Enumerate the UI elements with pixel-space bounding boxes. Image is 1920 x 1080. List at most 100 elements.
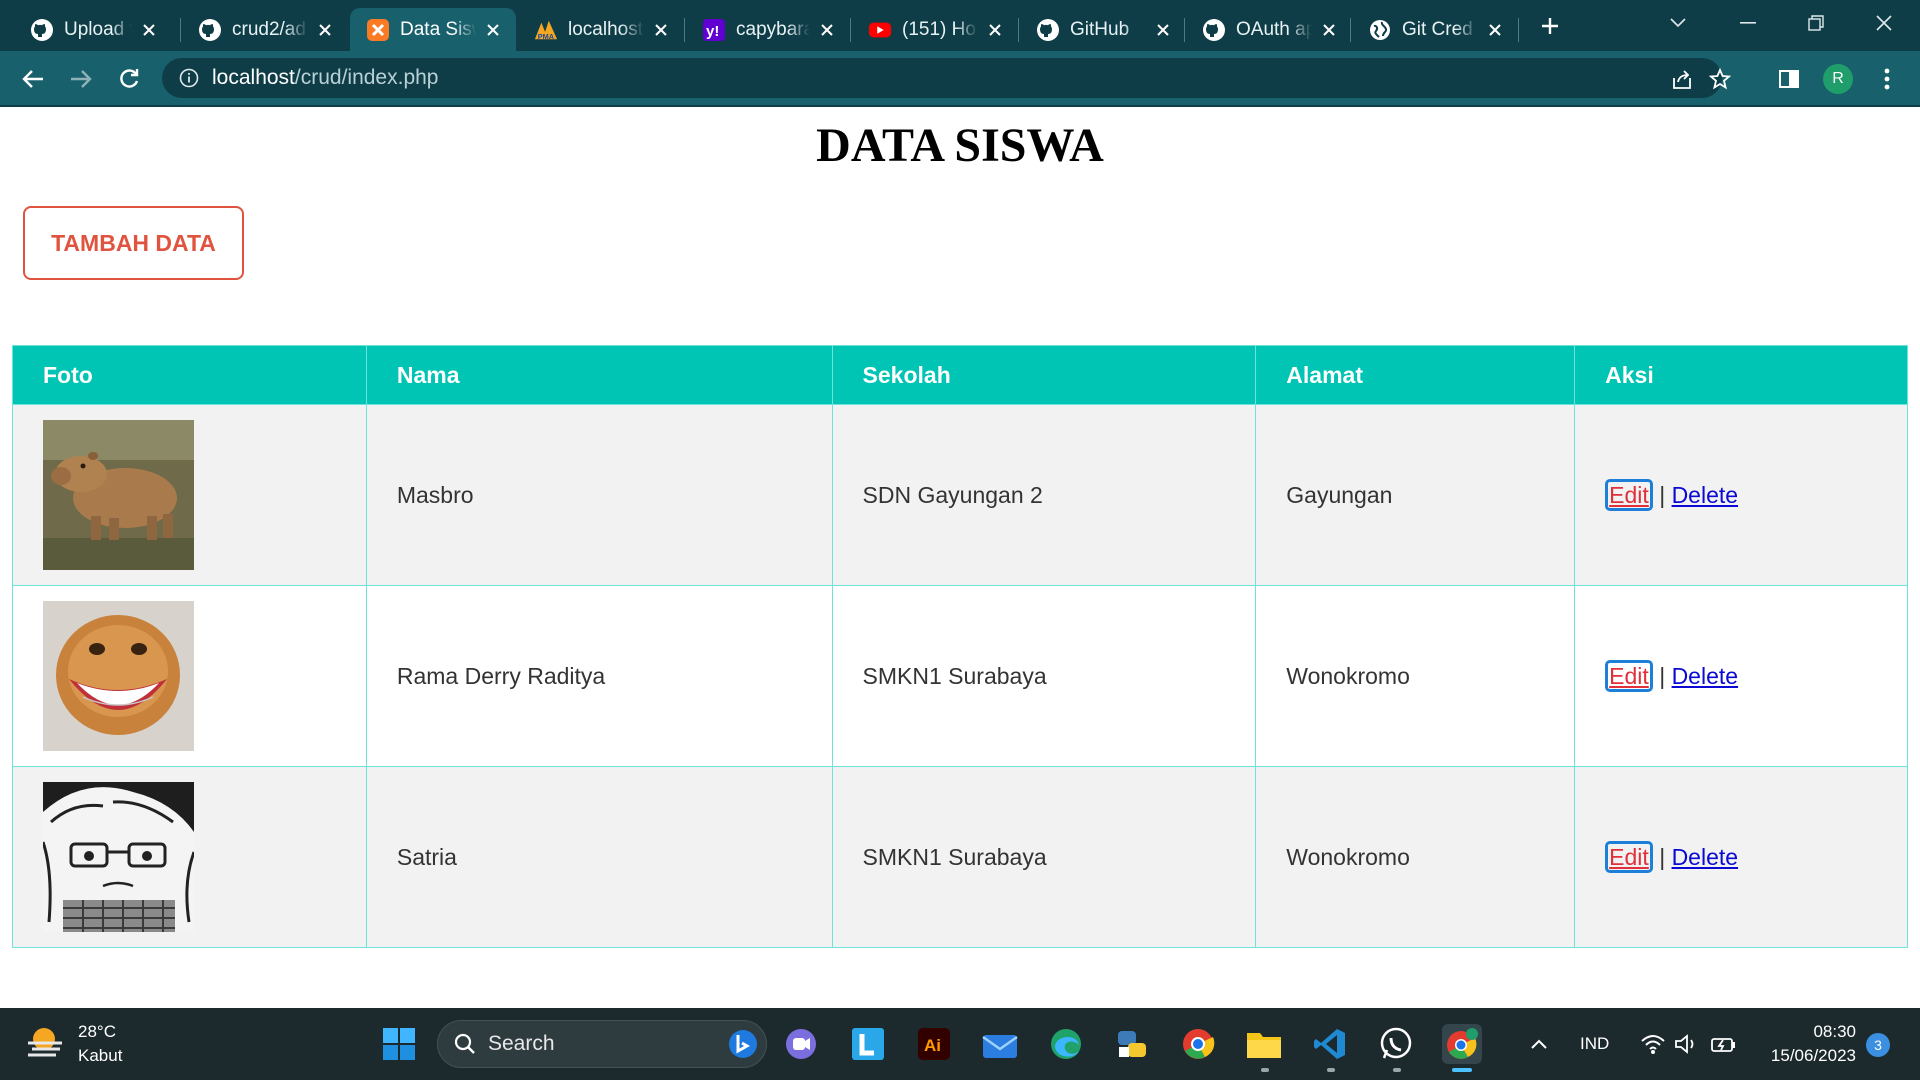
github-icon (1202, 18, 1226, 42)
teams-chat-icon[interactable] (781, 1024, 821, 1064)
bing-icon (728, 1029, 758, 1059)
tab-git-credentials[interactable]: Git Cred (1352, 8, 1518, 51)
weather-widget[interactable]: 28°C Kabut (26, 1020, 122, 1068)
info-icon[interactable] (178, 67, 200, 89)
github-icon (198, 18, 222, 42)
new-tab-button[interactable] (1536, 12, 1564, 40)
volume-icon[interactable] (1674, 1024, 1698, 1064)
delete-link[interactable]: Delete (1672, 482, 1738, 508)
col-header-nama: Nama (365, 345, 833, 405)
tab-capybara[interactable]: y! capybara (686, 8, 850, 51)
tab-data-siswa[interactable]: Data Sisw (350, 8, 516, 51)
col-header-sekolah: Sekolah (831, 345, 1257, 405)
tab-github[interactable]: GitHub (1020, 8, 1186, 51)
reload-button[interactable] (112, 62, 146, 96)
restore-button[interactable] (1788, 6, 1844, 40)
smiling-monkey-photo (43, 601, 194, 751)
illustrator-icon[interactable]: Ai (914, 1024, 954, 1064)
profile-avatar[interactable]: R (1823, 64, 1853, 94)
wifi-icon[interactable] (1640, 1024, 1666, 1064)
linkedin-l-icon[interactable] (848, 1024, 888, 1064)
col-header-foto: Foto (12, 345, 367, 405)
share-icon[interactable] (1670, 67, 1694, 91)
weather-fog-icon (26, 1025, 64, 1064)
tab-search-icon[interactable] (1650, 6, 1706, 40)
tab-title: Git Cred (1402, 18, 1473, 40)
whatsapp-icon[interactable] (1376, 1024, 1416, 1064)
tab-youtube[interactable]: (151) Ho (852, 8, 1018, 51)
svg-text:PMA: PMA (538, 32, 555, 41)
action-separator: | (1659, 843, 1666, 870)
chrome-icon[interactable] (1178, 1024, 1218, 1064)
nama-cell: Rama Derry Raditya (365, 585, 833, 767)
minimize-button[interactable] (1720, 6, 1776, 40)
github-icon (1036, 18, 1060, 42)
yahoo-icon: y! (702, 18, 726, 42)
close-icon[interactable] (1318, 19, 1340, 41)
chrome-profile-icon[interactable] (1442, 1024, 1482, 1064)
edit-link[interactable]: Edit (1605, 659, 1653, 692)
delete-link[interactable]: Delete (1672, 663, 1738, 689)
search-placeholder: Search (488, 1032, 555, 1055)
tab-localhost[interactable]: PMA localhost (518, 8, 684, 51)
windows-start-icon[interactable] (379, 1024, 419, 1064)
weather-temp: 28°C (78, 1022, 116, 1041)
close-icon[interactable] (314, 19, 336, 41)
tab-upload[interactable]: Upload f (14, 8, 172, 51)
edge-icon[interactable] (1046, 1024, 1086, 1064)
close-icon[interactable] (984, 19, 1006, 41)
col-header-alamat: Alamat (1255, 345, 1576, 405)
side-panel-icon[interactable] (1772, 62, 1806, 96)
globe-icon (1368, 18, 1392, 42)
table-header-row: Foto Nama Sekolah Alamat Aksi (12, 345, 1908, 405)
tab-oauth[interactable]: OAuth ap (1186, 8, 1352, 51)
aksi-cell: Edit | Delete (1574, 766, 1908, 948)
edit-link[interactable]: Edit (1605, 840, 1653, 873)
tab-title: (151) Ho (902, 18, 976, 40)
close-icon[interactable] (1484, 19, 1506, 41)
close-window-button[interactable] (1856, 6, 1912, 40)
tab-title: Data Sisw (400, 18, 476, 40)
forward-button[interactable] (64, 62, 98, 96)
vscode-icon[interactable] (1310, 1024, 1350, 1064)
menu-kebab-icon[interactable] (1870, 62, 1904, 96)
sekolah-cell: SDN Gayungan 2 (831, 404, 1257, 586)
notification-badge[interactable]: 3 (1866, 1033, 1890, 1057)
language-indicator[interactable]: IND (1580, 1024, 1609, 1064)
taskbar (0, 1008, 1920, 1080)
python-icon[interactable] (1112, 1024, 1152, 1064)
student-table: Foto Nama Sekolah Alamat Aksi Masbro SDN… (12, 345, 1908, 948)
anime-sketch-photo (43, 782, 194, 932)
bookmark-star-icon[interactable] (1708, 67, 1732, 91)
sekolah-cell: SMKN1 Surabaya (831, 766, 1257, 948)
phpmyadmin-icon: PMA (534, 18, 558, 42)
nama-cell: Satria (365, 766, 833, 948)
file-explorer-icon[interactable] (1244, 1024, 1284, 1064)
sekolah-cell: SMKN1 Surabaya (831, 585, 1257, 767)
close-icon[interactable] (138, 19, 160, 41)
close-icon[interactable] (816, 19, 838, 41)
weather-desc: Kabut (78, 1046, 123, 1065)
close-icon[interactable] (650, 19, 672, 41)
table-row: Rama Derry Raditya SMKN1 Surabaya Wonokr… (12, 585, 1908, 767)
show-hidden-icons-chevron[interactable] (1530, 1024, 1548, 1064)
close-icon[interactable] (482, 19, 504, 41)
add-data-button[interactable]: TAMBAH DATA (23, 206, 244, 280)
tab-crud2[interactable]: crud2/ad (182, 8, 348, 51)
tab-title: capybara (736, 18, 810, 40)
battery-charging-icon[interactable] (1710, 1024, 1738, 1064)
tab-title: OAuth ap (1236, 18, 1312, 40)
back-button[interactable] (16, 62, 50, 96)
edit-link[interactable]: Edit (1605, 478, 1653, 511)
address-bar[interactable]: localhost/crud/index.php (162, 58, 1731, 98)
system-clock[interactable]: 08:30 15/06/2023 (1758, 1020, 1856, 1068)
tab-title: GitHub (1070, 18, 1130, 40)
nama-cell: Masbro (365, 404, 833, 586)
taskbar-search[interactable]: Search (437, 1020, 767, 1068)
alamat-cell: Wonokromo (1255, 585, 1576, 767)
delete-link[interactable]: Delete (1672, 844, 1738, 870)
photo-cell (12, 404, 367, 586)
col-header-aksi: Aksi (1574, 345, 1908, 405)
mail-icon[interactable] (980, 1024, 1020, 1064)
close-icon[interactable] (1152, 19, 1174, 41)
